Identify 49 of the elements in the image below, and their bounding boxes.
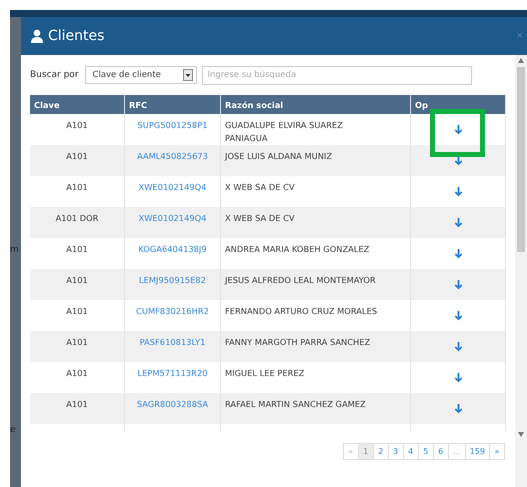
down-arrow-icon[interactable]	[454, 278, 462, 290]
down-arrow-icon[interactable]	[454, 124, 462, 134]
background-text: e	[10, 425, 17, 435]
down-arrow-icon[interactable]	[454, 402, 462, 414]
search-label: Buscar por	[30, 70, 79, 80]
scroll-down-icon[interactable]	[518, 432, 524, 437]
down-arrow-icon[interactable]	[454, 310, 462, 320]
table-cell: JOSE LUIS ALDANA MUNIZ	[220, 145, 410, 176]
rfc-link[interactable]: LEPM571113R20	[137, 368, 208, 378]
search-by-dropdown[interactable]: Clave de cliente	[84, 66, 197, 84]
rfc-link[interactable]: XWE0102149Q4	[138, 182, 206, 192]
scroll-up-icon[interactable]	[518, 58, 524, 63]
page-button[interactable]: 159	[464, 443, 490, 460]
close-button[interactable]: ×	[512, 30, 527, 42]
page-button[interactable]: 3	[388, 443, 404, 460]
down-arrow-icon[interactable]	[454, 340, 462, 352]
rfc-link[interactable]: CUMF830216HR2	[136, 306, 209, 316]
table-cell: JESUS ALFREDO LEAL MONTEMAYOR	[220, 269, 410, 300]
scrollbar[interactable]	[515, 55, 527, 487]
table-cell: A101	[30, 393, 124, 424]
dialog-title: Clientes	[48, 28, 104, 44]
table-cell: RAFAEL MARTIN SANCHEZ GAMEZ	[220, 393, 410, 424]
page-button[interactable]: 1	[358, 443, 374, 460]
search-field[interactable]: Ingrese su búsqueda	[202, 66, 472, 84]
column-header: Clave	[30, 95, 124, 114]
down-arrow-icon[interactable]	[454, 372, 462, 382]
rfc-link[interactable]: SUPG5001258P1	[137, 120, 208, 130]
table-cell: A101	[30, 331, 124, 362]
table-cell: X WEB SA DE CV	[220, 207, 410, 238]
column-header: Razón social	[220, 95, 410, 114]
caret-icon	[182, 69, 193, 81]
table-cell: FANNY MARGOTH PARRA SANCHEZ	[220, 331, 410, 362]
page-button[interactable]: »	[489, 443, 505, 460]
table-cell: A101 DOR	[30, 207, 124, 238]
background-text: m	[10, 245, 20, 255]
rfc-link[interactable]: KOGA6404138J9	[138, 244, 207, 254]
down-arrow-icon[interactable]	[454, 154, 462, 166]
column-header: RFC	[124, 95, 220, 114]
down-arrow-icon[interactable]	[454, 216, 462, 228]
page-button[interactable]: 2	[372, 443, 389, 460]
table-cell: A101	[30, 269, 124, 300]
highlight-frame	[430, 109, 485, 157]
page-button[interactable]: 4	[402, 443, 419, 460]
page-button[interactable]: 5	[418, 443, 434, 460]
down-arrow-icon[interactable]	[454, 186, 462, 196]
user-icon	[30, 29, 44, 43]
table-cell: A101	[30, 145, 124, 176]
page-button[interactable]: 6	[432, 443, 449, 460]
down-arrow-icon[interactable]	[454, 248, 462, 258]
